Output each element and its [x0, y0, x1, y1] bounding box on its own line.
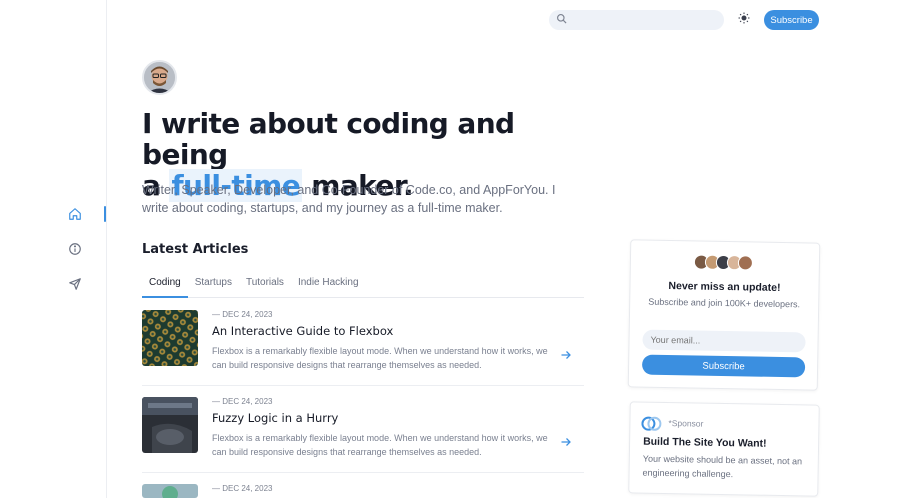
tab-tutorials[interactable]: Tutorials	[239, 270, 291, 298]
section-title: Latest Articles	[142, 242, 249, 257]
sponsor-tag: *Sponsor	[668, 418, 704, 429]
subscribe-button[interactable]: Subscribe	[764, 10, 819, 30]
newsletter-title: Never miss an update!	[668, 280, 781, 294]
article-excerpt: Flexbox is a remarkably flexible layout …	[212, 346, 548, 370]
article-title[interactable]: Fuzzy Logic in a Hurry	[212, 411, 338, 425]
avatar	[142, 60, 177, 95]
info-icon[interactable]	[66, 240, 84, 258]
article-item[interactable]: — DEC 24, 2023 Fuzzy Logic in a Hurry Fl…	[142, 397, 584, 473]
hero-title-line1: I write about coding and being	[142, 107, 515, 171]
left-rail	[0, 0, 107, 498]
article-thumbnail	[142, 484, 198, 498]
article-excerpt: Flexbox is a remarkably flexible layout …	[212, 433, 548, 457]
sponsor-text: Your website should be an asset, not an …	[642, 453, 803, 480]
search-input[interactable]	[572, 14, 712, 26]
newsletter-card: Never miss an update! Subscribe and join…	[627, 239, 821, 391]
article-item[interactable]: — DEC 24, 2023 An Interactive Guide to F…	[142, 310, 584, 386]
send-icon[interactable]	[66, 275, 84, 293]
search-icon	[556, 11, 567, 29]
email-field[interactable]	[642, 329, 806, 353]
article-tabs: Coding Startups Tutorials Indie Hacking	[142, 270, 584, 298]
arrow-right-icon[interactable]	[560, 348, 574, 362]
sponsor-title[interactable]: Build The Site You Want!	[643, 436, 767, 450]
article-thumbnail	[142, 310, 198, 366]
newsletter-subtitle: Subscribe and join 100K+ developers.	[648, 296, 801, 310]
rail-active-indicator	[104, 206, 106, 222]
newsletter-subscribe-button[interactable]: Subscribe	[641, 354, 806, 378]
sun-icon	[738, 11, 750, 29]
article-date: — DEC 24, 2023	[212, 484, 273, 493]
avatar	[737, 255, 754, 271]
home-icon[interactable]	[66, 205, 84, 223]
arrow-right-icon[interactable]	[560, 435, 574, 449]
article-thumbnail	[142, 397, 198, 453]
article-title[interactable]: An Interactive Guide to Flexbox	[212, 324, 393, 338]
theme-toggle[interactable]	[736, 12, 752, 28]
hero-subtitle: Writer, Speaker, Developer, and Co-Found…	[142, 183, 556, 215]
article-date: — DEC 24, 2023	[212, 310, 273, 319]
search-bar[interactable]	[549, 10, 724, 30]
tab-indie-hacking[interactable]: Indie Hacking	[291, 270, 366, 298]
tab-coding[interactable]: Coding	[142, 270, 188, 298]
sponsor-card[interactable]: *Sponsor Build The Site You Want! Your w…	[628, 401, 820, 497]
sponsor-logo-icon	[641, 416, 662, 432]
article-item[interactable]: — DEC 24, 2023	[142, 484, 584, 498]
article-date: — DEC 24, 2023	[212, 397, 273, 406]
subscriber-avatars	[693, 254, 754, 271]
tab-startups[interactable]: Startups	[188, 270, 239, 298]
